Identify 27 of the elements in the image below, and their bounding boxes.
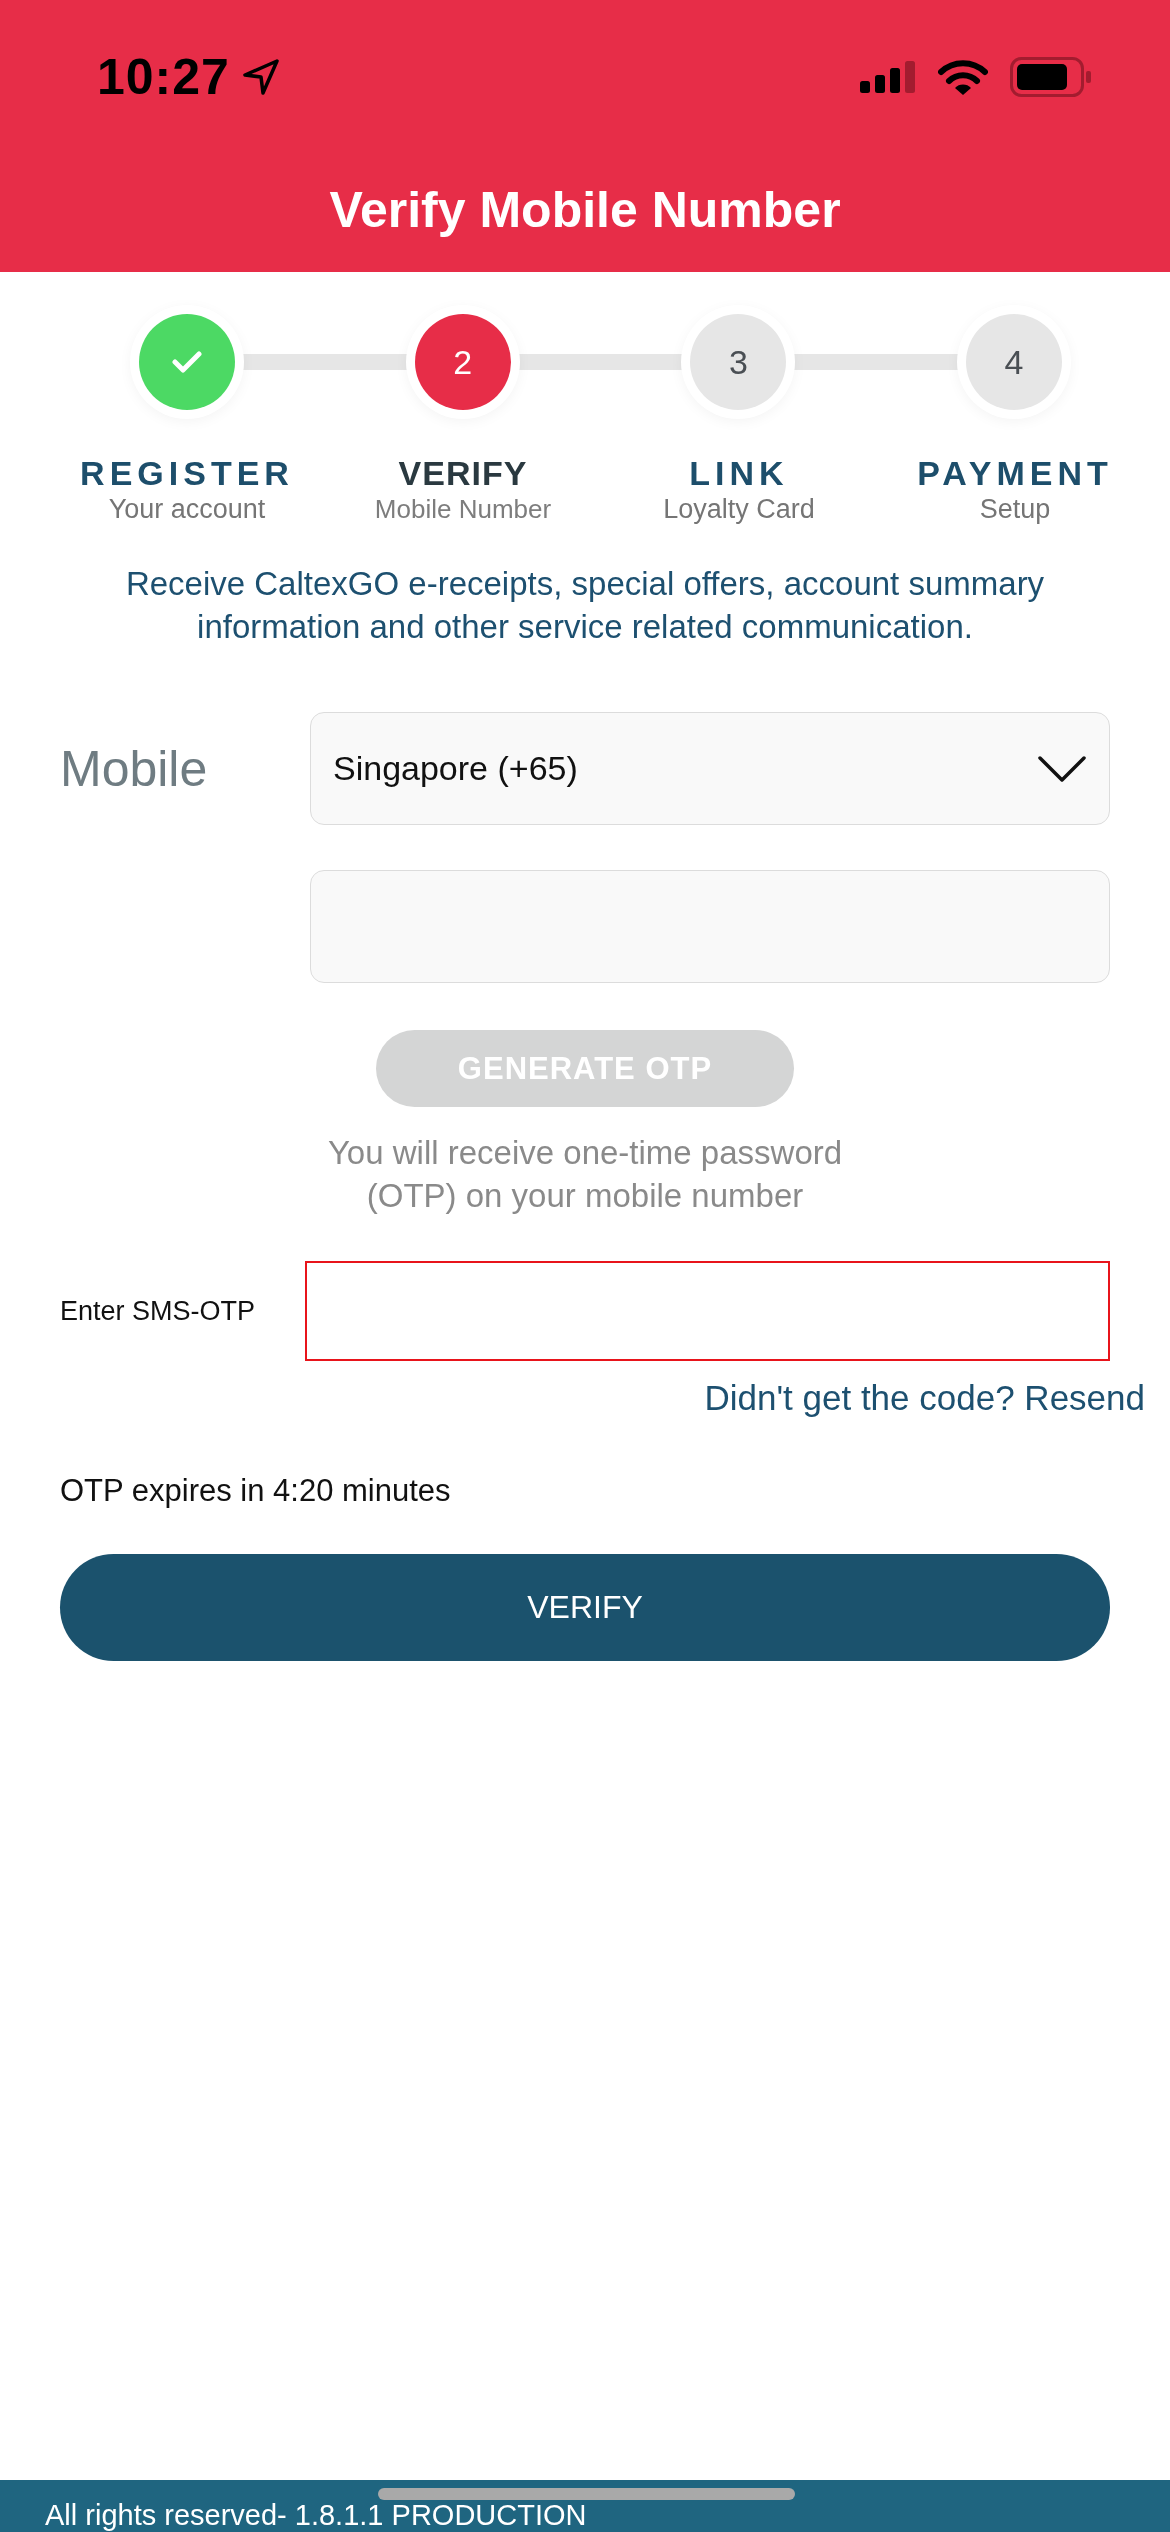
check-icon xyxy=(172,350,202,374)
step-title: LINK xyxy=(689,454,789,492)
step-subtitle: Loyalty Card xyxy=(663,493,815,526)
cellular-signal-icon xyxy=(860,61,916,93)
otp-hint-text: You will receive one-time password (OTP) on your mobile number xyxy=(326,1133,844,1216)
battery-icon xyxy=(1010,57,1092,97)
country-select[interactable]: Singapore (+65) xyxy=(310,712,1110,825)
step-title: PAYMENT xyxy=(917,454,1113,492)
status-time: 10:27 xyxy=(97,52,230,102)
wifi-icon xyxy=(938,58,988,96)
otp-label: Enter SMS-OTP xyxy=(60,1295,257,1327)
step-title: VERIFY xyxy=(398,454,528,492)
step-subtitle: Mobile Number xyxy=(374,493,552,526)
location-arrow-icon xyxy=(241,58,280,96)
verify-button[interactable]: VERIFY xyxy=(60,1554,1110,1661)
mobile-label: Mobile xyxy=(60,743,209,794)
phone-number-field[interactable] xyxy=(310,870,1110,983)
footer-text: All rights reserved- 1.8.1.1 PRODUCTION xyxy=(45,2500,587,2530)
intro-text: Receive CaltexGO e-receipts, special offers, account summary information and other service related communication. xyxy=(124,564,1046,647)
step-title: REGISTER xyxy=(80,454,294,492)
step-subtitle: Setup xyxy=(979,493,1051,526)
chevron-down-icon xyxy=(1037,753,1087,784)
otp-expiry-text: OTP expires in 4:20 minutes xyxy=(60,1473,452,1509)
resend-link[interactable]: Didn't get the code? Resend xyxy=(704,1377,1145,1419)
screen-title: Verify Mobile Number xyxy=(329,185,841,235)
otp-input-field[interactable] xyxy=(305,1261,1110,1361)
step-subtitle: Your account xyxy=(108,493,266,526)
